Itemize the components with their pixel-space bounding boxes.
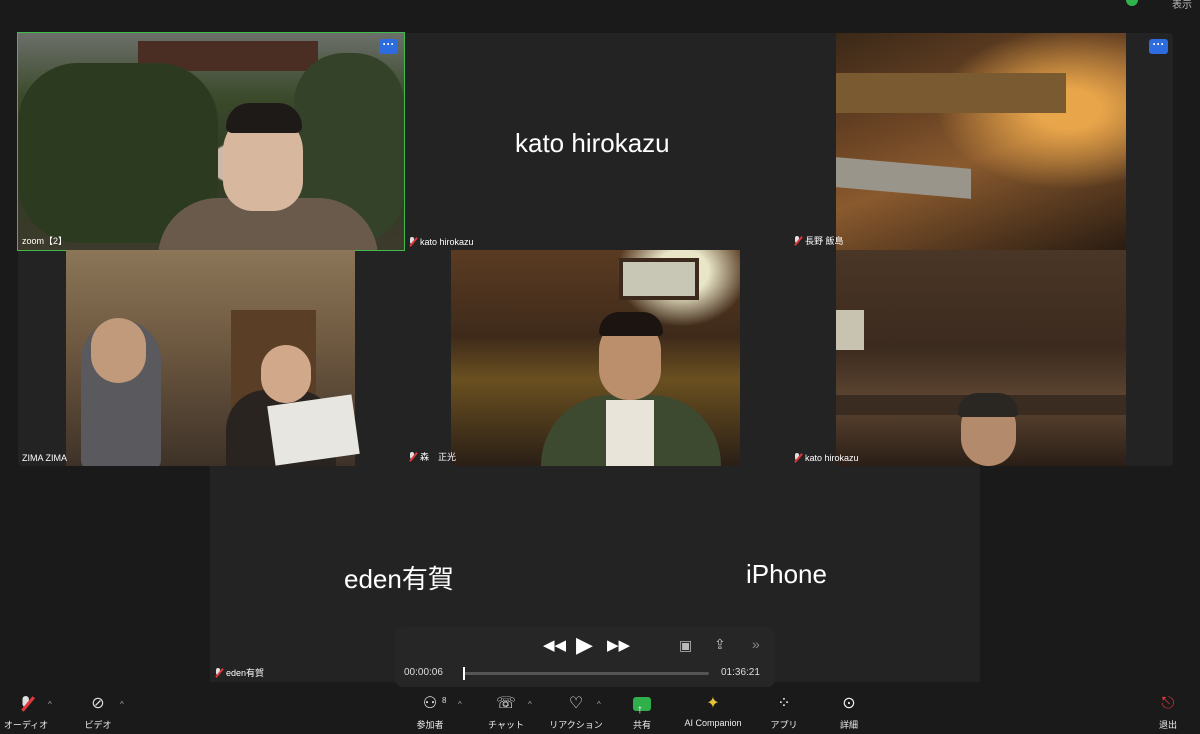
mic-muted-icon xyxy=(408,451,417,462)
mic-muted-icon xyxy=(793,453,802,463)
tile-more-button[interactable]: ··· xyxy=(379,38,398,54)
participants-options-chevron-icon[interactable]: ^ xyxy=(458,700,462,709)
participant-video xyxy=(836,250,1126,466)
rewind-icon[interactable]: ◀◀ xyxy=(543,636,566,654)
participant-name-card: kato hirokazu xyxy=(515,128,670,158)
progress-slider[interactable] xyxy=(463,667,709,680)
expand-icon[interactable]: » xyxy=(752,636,760,652)
share-out-icon[interactable]: ⇪ xyxy=(714,636,726,653)
video-tile-kato-hirokazu-2[interactable]: kato hirokazu xyxy=(789,250,1173,466)
mic-muted-icon xyxy=(2,690,50,718)
video-tile-zoom2[interactable]: ··· zoom【2】 xyxy=(17,32,405,251)
participant-name: kato hirokazu xyxy=(408,237,474,247)
progress-thumb[interactable] xyxy=(463,667,466,680)
tile-more-button[interactable]: ··· xyxy=(1149,38,1168,54)
play-icon[interactable]: ▶ xyxy=(576,632,593,658)
ai-companion-button[interactable]: ✦ AI Companion xyxy=(678,690,748,734)
picture-in-picture-icon[interactable]: ▣ xyxy=(679,637,692,654)
chat-icon: ☏ xyxy=(495,695,516,712)
security-shield-icon[interactable] xyxy=(1126,0,1138,6)
participants-count: 8 xyxy=(442,696,447,705)
chat-options-chevron-icon[interactable]: ^ xyxy=(528,700,532,709)
audio-button[interactable]: オーディオ xyxy=(2,690,50,734)
leave-icon: ⎋ xyxy=(1161,695,1175,712)
video-tile-kato-hirokazu[interactable]: kato hirokazu kato hirokazu xyxy=(404,33,789,250)
apps-button[interactable]: ⁘ アプリ xyxy=(766,690,802,734)
participant-name-card: iPhone xyxy=(746,559,827,589)
sparkle-icon: ✦ xyxy=(706,695,720,712)
apps-icon: ⁘ xyxy=(777,695,791,712)
video-tile-nagano[interactable]: ··· 長野 飯島 xyxy=(789,33,1173,250)
video-tile-zima[interactable]: ZIMA ZIMA xyxy=(18,250,404,466)
chat-button[interactable]: ☏ チャット xyxy=(486,690,526,734)
participant-name: 長野 飯島 xyxy=(793,234,844,247)
reactions-options-chevron-icon[interactable]: ^ xyxy=(597,700,601,709)
mic-muted-icon xyxy=(408,237,417,247)
mic-muted-icon xyxy=(214,667,223,678)
fast-forward-icon[interactable]: ▶▶ xyxy=(607,636,630,654)
more-button[interactable]: ⊙ 詳細 xyxy=(832,690,866,734)
participant-name: eden有賀 xyxy=(214,666,264,679)
participant-name: ZIMA ZIMA xyxy=(22,453,67,463)
more-dots-icon: ⊙ xyxy=(842,695,856,712)
mic-muted-icon xyxy=(793,235,802,246)
share-button[interactable]: 共有 xyxy=(626,690,658,734)
meeting-toolbar: オーディオ ^ ⊘ ビデオ ^ ⚇ 参加者 8 ^ ☏ チャット ^ ♡ リアク… xyxy=(0,690,1200,734)
participant-video xyxy=(18,33,404,250)
participant-name: zoom【2】 xyxy=(22,236,68,246)
audio-options-chevron-icon[interactable]: ^ xyxy=(48,700,52,709)
top-bar: 表示 xyxy=(0,0,1200,24)
view-menu[interactable]: 表示 xyxy=(1172,0,1192,11)
participant-video xyxy=(451,250,740,466)
participant-name-card: eden有賀 xyxy=(344,564,454,594)
video-options-chevron-icon[interactable]: ^ xyxy=(120,700,124,709)
leave-button[interactable]: ⎋ 退出 xyxy=(1152,690,1184,734)
video-off-icon: ⊘ xyxy=(91,695,105,712)
participant-video xyxy=(836,33,1126,250)
video-button[interactable]: ⊘ ビデオ xyxy=(80,690,116,734)
reactions-button[interactable]: ♡ リアクション xyxy=(546,690,606,734)
current-time: 00:00:06 xyxy=(404,667,443,678)
participant-name: 森 正光 xyxy=(408,450,456,463)
share-screen-icon xyxy=(633,695,651,723)
participant-name: kato hirokazu xyxy=(793,453,859,463)
participant-video xyxy=(66,250,360,466)
video-tile-mori[interactable]: 森 正光 xyxy=(404,250,789,466)
total-time: 01:36:21 xyxy=(721,667,760,678)
